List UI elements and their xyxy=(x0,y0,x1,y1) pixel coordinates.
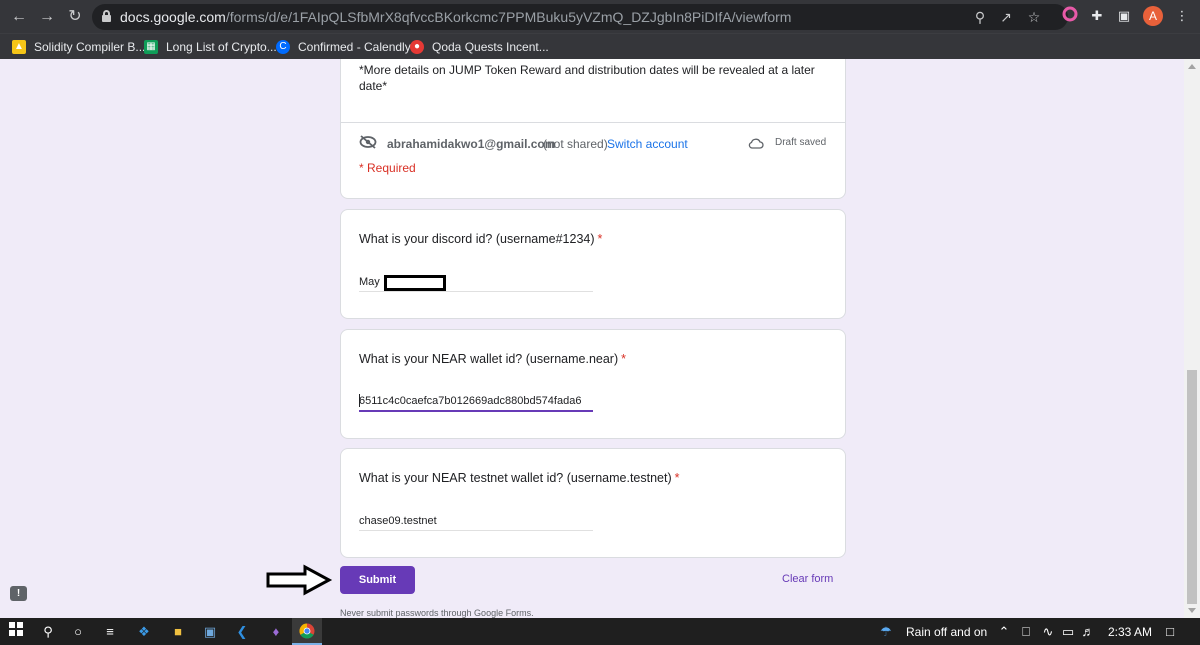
file-explorer-icon[interactable]: ■ xyxy=(168,622,188,642)
notification-icon[interactable]: □ xyxy=(1160,622,1180,642)
switch-account-link[interactable]: Switch account xyxy=(607,137,688,151)
forward-icon[interactable]: → xyxy=(36,6,58,28)
scroll-down-icon[interactable] xyxy=(1188,608,1196,613)
windows-taskbar: ⚲ ○ ≡ ❖ ■ ▣ ❮ ♦ ☂ Rain off and on ⌃ ⎕ ∿ … xyxy=(0,618,1200,645)
browser-toolbar: ← → ↻ docs.google.com/forms/d/e/1FAIpQLS… xyxy=(0,0,1200,33)
clear-form-button[interactable]: Clear form xyxy=(782,573,833,585)
cloud-saved-icon xyxy=(748,138,764,149)
crystal-app-icon[interactable]: ♦ xyxy=(266,622,286,642)
question-card-near-wallet: What is your NEAR wallet id? (username.n… xyxy=(340,329,846,439)
extensions-puzzle-icon[interactable]: ✚ xyxy=(1087,6,1107,26)
address-bar[interactable]: docs.google.com/forms/d/e/1FAIpQLSfbMrX8… xyxy=(92,4,1068,30)
redaction-box xyxy=(384,275,446,291)
chrome-icon xyxy=(299,623,315,639)
required-asterisk: * xyxy=(597,232,603,246)
question-title: What is your discord id? (username#1234)… xyxy=(359,232,603,246)
report-feedback-icon[interactable]: ! xyxy=(10,586,27,601)
search-icon[interactable]: ⚲ xyxy=(38,622,58,642)
word-icon[interactable]: ▣ xyxy=(200,622,220,642)
task-view-icon[interactable]: ≡ xyxy=(100,622,120,642)
bookmark-star-icon[interactable]: ☆ xyxy=(1024,7,1044,27)
required-note: * Required xyxy=(359,161,416,175)
near-wallet-input[interactable] xyxy=(359,392,593,412)
form-header-card: *More details on JUMP Token Reward and d… xyxy=(340,59,846,199)
extension-ring-icon[interactable] xyxy=(1060,6,1080,26)
tray-chevron-icon[interactable]: ⌃ xyxy=(994,622,1014,642)
windows-start-icon[interactable] xyxy=(6,622,26,642)
bookmarks-bar: ▲ Solidity Compiler B... ▦ Long List of … xyxy=(0,33,1200,59)
bookmark-solidity[interactable]: ▲ Solidity Compiler B... xyxy=(12,37,145,57)
form-page: *More details on JUMP Token Reward and d… xyxy=(0,59,1200,618)
solidity-icon: ▲ xyxy=(12,40,26,54)
url-text[interactable]: docs.google.com/forms/d/e/1FAIpQLSfbMrX8… xyxy=(120,9,791,25)
clock-time[interactable]: 2:33 AM xyxy=(1108,625,1152,639)
lock-icon xyxy=(102,10,111,22)
side-panel-icon[interactable]: ▣ xyxy=(1114,6,1134,26)
eye-off-icon xyxy=(359,135,377,149)
annotation-arrow-icon xyxy=(266,564,333,596)
near-testnet-input[interactable] xyxy=(359,511,593,531)
submit-button[interactable]: Submit xyxy=(340,566,415,594)
bookmark-calendly[interactable]: C Confirmed - Calendly xyxy=(276,37,411,57)
not-shared-label: (not shared) xyxy=(543,137,608,151)
bookmark-qoda[interactable]: ● Qoda Quests Incent... xyxy=(410,37,549,57)
reload-icon[interactable]: ↻ xyxy=(64,6,86,28)
wifi-icon[interactable]: ∿ xyxy=(1038,622,1058,642)
form-description: *More details on JUMP Token Reward and d… xyxy=(359,63,815,93)
bookmark-crypto-list[interactable]: ▦ Long List of Crypto... xyxy=(144,37,277,57)
edge-browser-icon[interactable]: ❖ xyxy=(134,622,154,642)
vscode-icon[interactable]: ❮ xyxy=(232,622,252,642)
weather-text[interactable]: Rain off and on xyxy=(906,625,987,639)
sheets-icon: ▦ xyxy=(144,40,158,54)
battery-icon[interactable]: ▭ xyxy=(1058,622,1078,642)
account-email: abrahamidakwo1@gmail.com xyxy=(387,137,556,151)
back-icon[interactable]: ← xyxy=(8,6,30,28)
volume-icon[interactable]: ♬ xyxy=(1078,622,1098,642)
page-scrollbar[interactable] xyxy=(1184,59,1200,618)
question-card-near-testnet: What is your NEAR testnet wallet id? (us… xyxy=(340,448,846,558)
share-icon[interactable]: ↗ xyxy=(996,7,1016,27)
chrome-taskbar-active[interactable] xyxy=(292,618,322,645)
draft-saved-status: Draft saved xyxy=(775,137,827,148)
account-row: abrahamidakwo1@gmail.com (not shared) Sw… xyxy=(341,122,845,184)
cortana-circle-icon[interactable]: ○ xyxy=(68,622,88,642)
question-title: What is your NEAR testnet wallet id? (us… xyxy=(359,471,680,485)
question-card-discord: What is your discord id? (username#1234)… xyxy=(340,209,846,319)
question-title: What is your NEAR wallet id? (username.n… xyxy=(359,352,626,366)
text-caret xyxy=(359,394,360,407)
tray-app-icon[interactable]: ⎕ xyxy=(1016,622,1036,642)
scrollbar-thumb[interactable] xyxy=(1187,370,1197,604)
search-icon[interactable]: ⚲ xyxy=(970,7,990,27)
required-asterisk: * xyxy=(674,471,680,485)
qoda-icon: ● xyxy=(410,40,424,54)
menu-kebab-icon[interactable]: ⋮ xyxy=(1172,6,1192,26)
password-warning: Never submit passwords through Google Fo… xyxy=(340,608,534,618)
profile-avatar[interactable]: A xyxy=(1143,6,1163,26)
calendly-icon: C xyxy=(276,40,290,54)
required-asterisk: * xyxy=(621,352,626,366)
scroll-up-icon[interactable] xyxy=(1188,64,1196,69)
weather-umbrella-icon[interactable]: ☂ xyxy=(876,622,896,642)
